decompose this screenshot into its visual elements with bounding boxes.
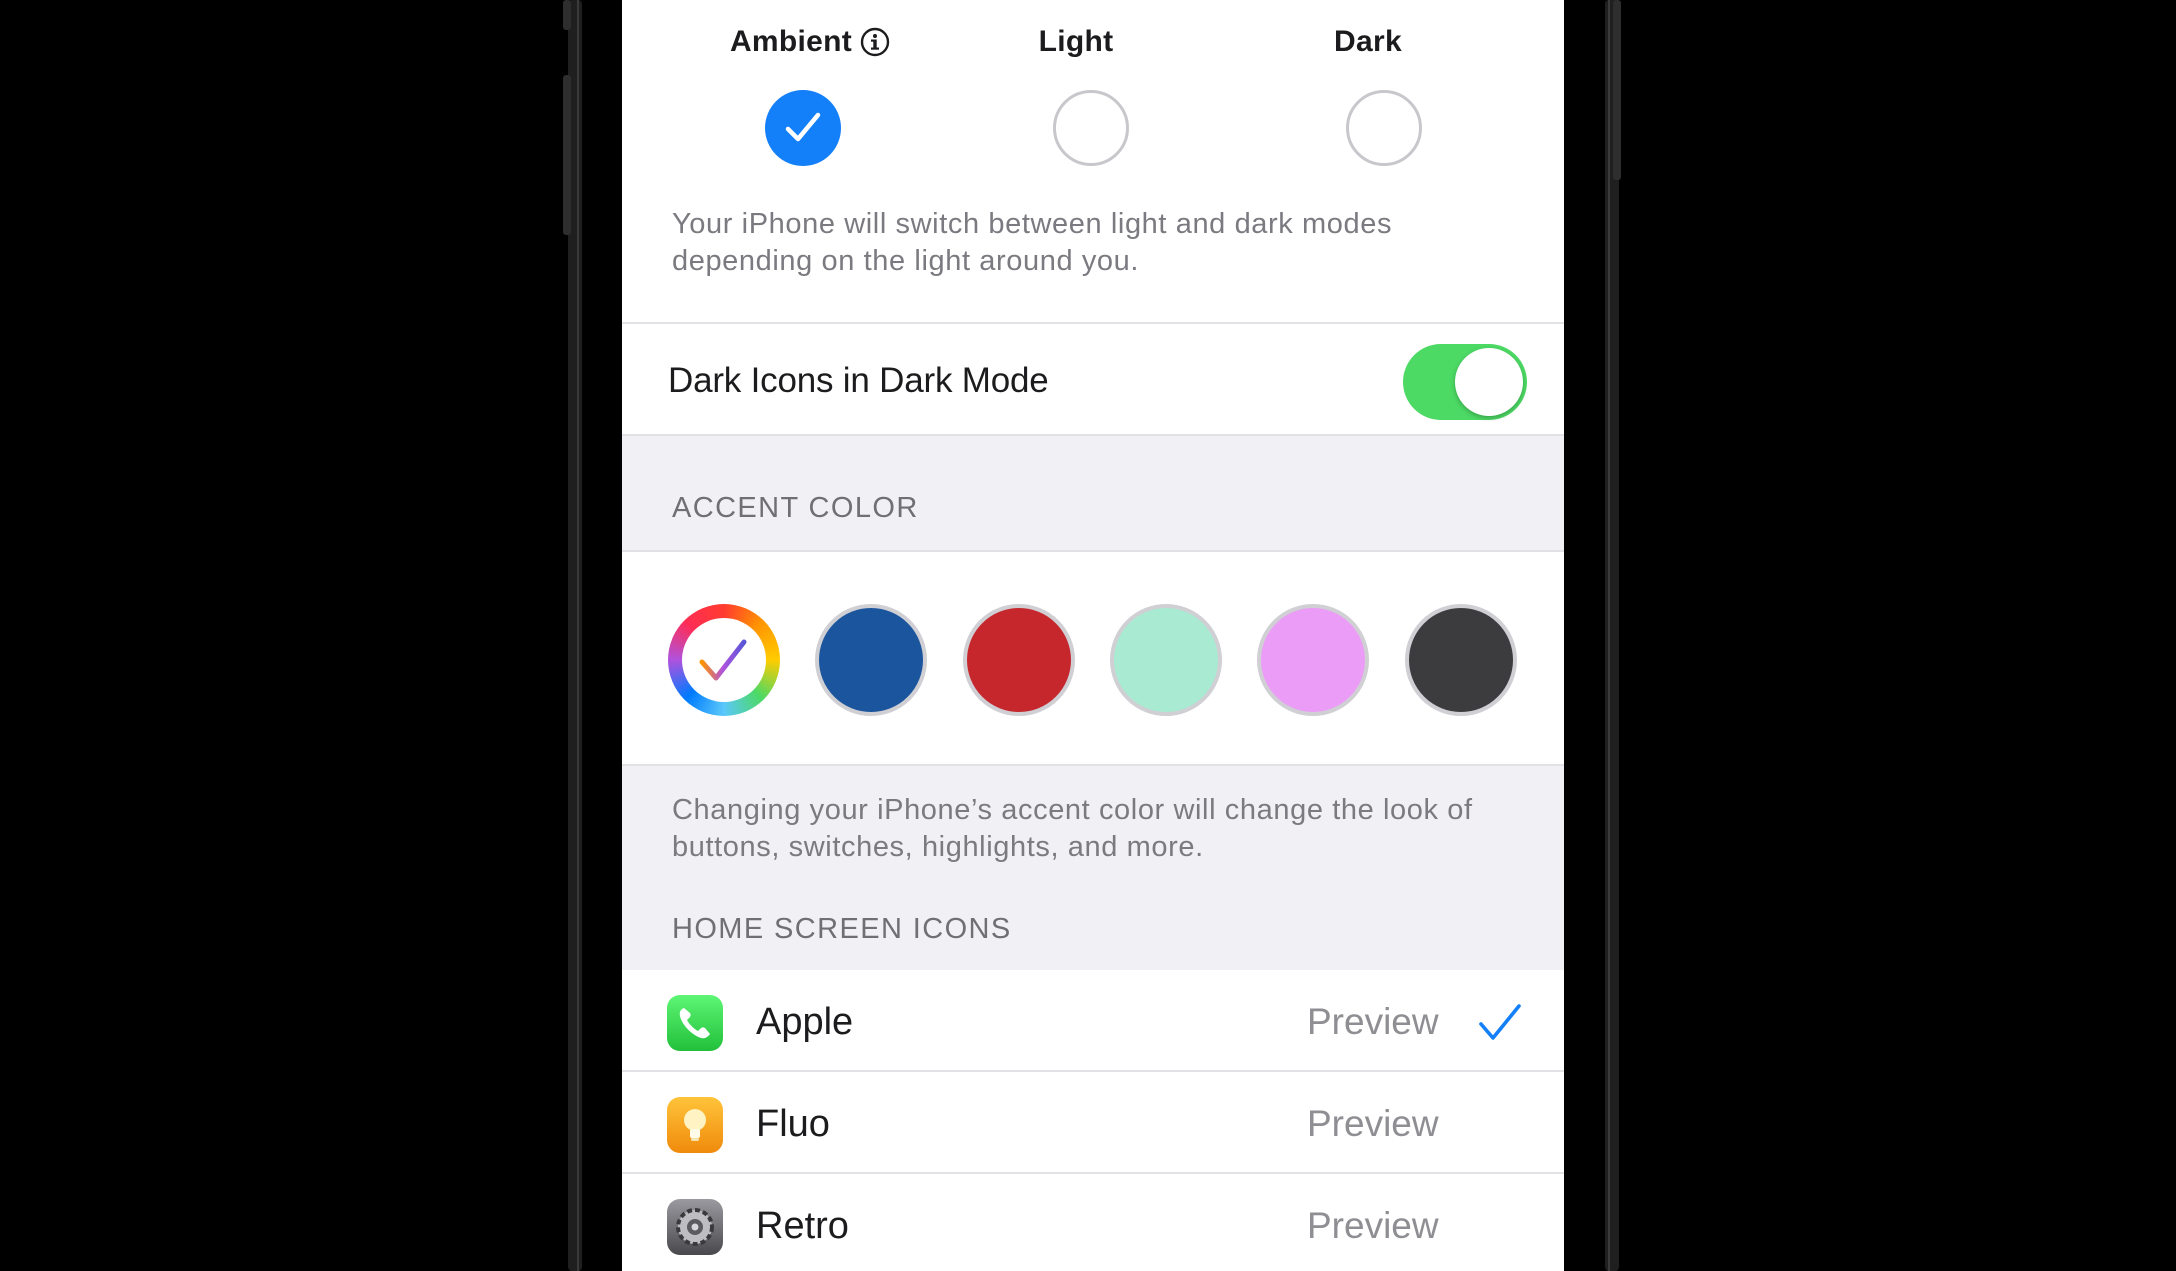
accent-color-row: [622, 550, 1564, 766]
accent-swatch-multicolor[interactable]: [668, 604, 780, 716]
phone-app-icon: [667, 995, 723, 1051]
accent-swatch-blue[interactable]: [815, 604, 927, 716]
appearance-description: Your iPhone will switch between light an…: [672, 208, 1393, 277]
light-radio[interactable]: [1053, 90, 1129, 166]
mode-label-ambient: Ambient: [729, 25, 853, 58]
preview-link[interactable]: Preview: [1307, 1103, 1439, 1145]
icon-option-label: Apple: [756, 1001, 854, 1043]
home-screen-icons-header: HOME SCREEN ICONS: [672, 913, 1012, 945]
phone-frame-right-edge: [1605, 0, 1619, 1271]
phone-side-button: [563, 0, 571, 30]
phone-volume-button: [563, 75, 571, 235]
accent-swatch-mint[interactable]: [1110, 604, 1222, 716]
checkmark-icon: [1479, 1004, 1521, 1040]
accent-color-description: Changing your iPhone’s accent color will…: [672, 794, 1473, 863]
mode-option-dark[interactable]: Dark: [1278, 25, 1458, 59]
toggle-knob: [1455, 348, 1523, 416]
icon-option-fluo[interactable]: Fluo Preview: [622, 1072, 1564, 1172]
icon-option-apple[interactable]: Apple Preview: [622, 970, 1564, 1070]
icon-option-label: Fluo: [756, 1103, 830, 1145]
settings-screen: Ambient Light Dark Your iPhone will swit…: [622, 0, 1564, 1271]
lightbulb-app-icon: [667, 1097, 723, 1153]
accent-swatch-pink[interactable]: [1257, 604, 1369, 716]
mode-option-ambient[interactable]: Ambient: [720, 25, 900, 59]
settings-gear-app-icon: [667, 1199, 723, 1255]
preview-link[interactable]: Preview: [1307, 1001, 1439, 1043]
mode-label-dark: Dark: [1334, 25, 1402, 58]
dark-radio[interactable]: [1346, 90, 1422, 166]
checkmark-icon: [785, 112, 821, 142]
icon-option-retro[interactable]: Retro Preview: [622, 1174, 1564, 1271]
accent-swatch-graphite[interactable]: [1405, 604, 1517, 716]
mode-label-light: Light: [1038, 25, 1114, 58]
info-icon[interactable]: [860, 27, 890, 57]
dark-icons-toggle[interactable]: [1403, 344, 1527, 420]
dark-icons-row: Dark Icons in Dark Mode: [622, 324, 1564, 434]
icon-option-label: Retro: [756, 1205, 849, 1247]
preview-link[interactable]: Preview: [1307, 1205, 1439, 1247]
accent-color-header: ACCENT COLOR: [672, 492, 919, 524]
accent-swatch-red[interactable]: [963, 604, 1075, 716]
ambient-radio-selected[interactable]: [765, 90, 841, 166]
row-divider: [622, 434, 1564, 436]
phone-power-button: [1613, 0, 1621, 180]
dark-icons-label: Dark Icons in Dark Mode: [668, 361, 1049, 400]
mode-option-light[interactable]: Light: [986, 25, 1166, 59]
checkmark-icon: [699, 639, 747, 681]
appearance-section: Ambient Light Dark Your iPhone will swit…: [622, 0, 1564, 322]
